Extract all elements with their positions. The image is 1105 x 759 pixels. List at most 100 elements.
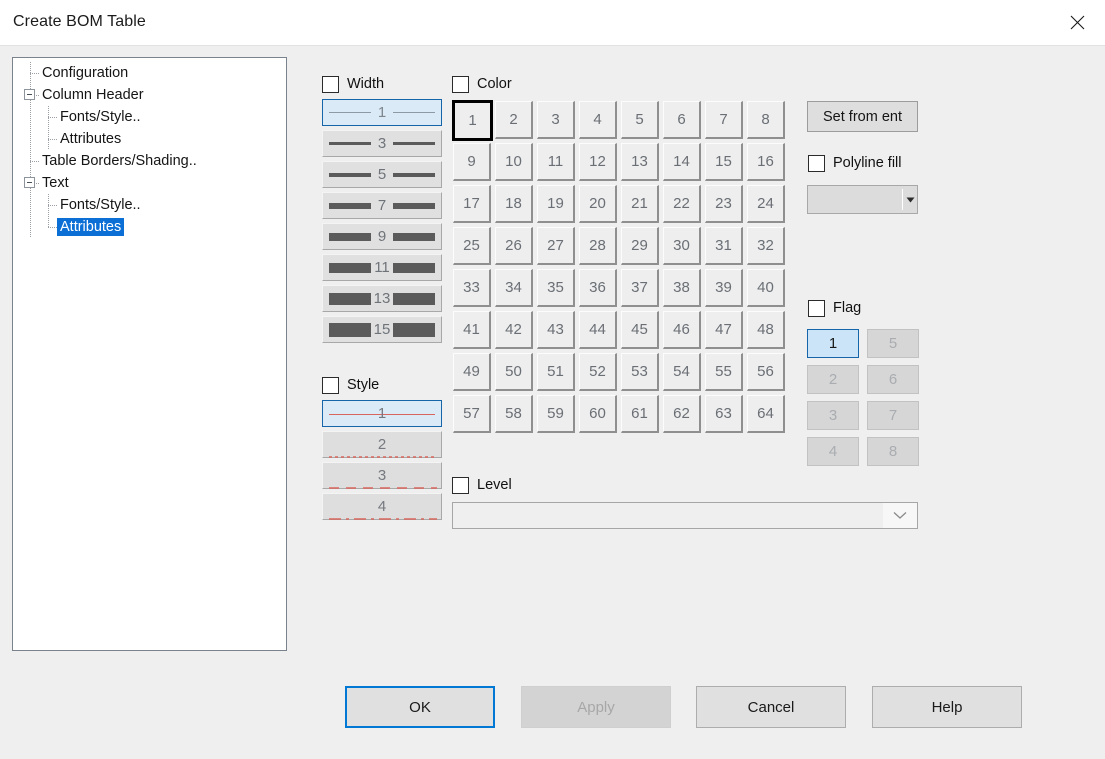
color-cell-52[interactable]: 52 (578, 352, 620, 394)
tree-item-attributes[interactable]: Attributes (13, 128, 286, 150)
color-cell-16[interactable]: 16 (746, 142, 788, 184)
flag-button-3[interactable]: 3 (807, 401, 859, 430)
close-button[interactable] (1049, 0, 1105, 45)
tree-item-attributes[interactable]: Attributes (13, 216, 286, 238)
color-cell-41[interactable]: 41 (452, 310, 494, 352)
color-cell-37[interactable]: 37 (620, 268, 662, 310)
expander-minus-icon[interactable] (24, 177, 35, 188)
tree-item-fonts-style[interactable]: Fonts/Style.. (13, 194, 286, 216)
color-cell-6[interactable]: 6 (662, 100, 704, 142)
level-combobox-value[interactable] (453, 503, 883, 528)
color-cell-38[interactable]: 38 (662, 268, 704, 310)
color-cell-33[interactable]: 33 (452, 268, 494, 310)
color-cell-13[interactable]: 13 (620, 142, 662, 184)
color-cell-5[interactable]: 5 (620, 100, 662, 142)
color-cell-56[interactable]: 56 (746, 352, 788, 394)
width-option-7[interactable]: 7 (322, 192, 442, 219)
expander-minus-icon[interactable] (24, 89, 35, 100)
color-cell-45[interactable]: 45 (620, 310, 662, 352)
color-cell-25[interactable]: 25 (452, 226, 494, 268)
color-cell-51[interactable]: 51 (536, 352, 578, 394)
color-cell-62[interactable]: 62 (662, 394, 704, 436)
color-cell-4[interactable]: 4 (578, 100, 620, 142)
flag-button-grid[interactable]: 15263748 (807, 329, 919, 473)
chevron-down-icon[interactable] (883, 503, 917, 528)
width-option-3[interactable]: 3 (322, 130, 442, 157)
tree-item-configuration[interactable]: Configuration (13, 62, 286, 84)
color-cell-19[interactable]: 19 (536, 184, 578, 226)
color-cell-60[interactable]: 60 (578, 394, 620, 436)
color-cell-10[interactable]: 10 (494, 142, 536, 184)
width-option-9[interactable]: 9 (322, 223, 442, 250)
flag-button-6[interactable]: 6 (867, 365, 919, 394)
color-cell-55[interactable]: 55 (704, 352, 746, 394)
color-cell-23[interactable]: 23 (704, 184, 746, 226)
polyline-fill-checkbox[interactable] (808, 155, 825, 172)
dropdown-arrow-icon[interactable] (903, 197, 917, 203)
tree-item-table-borders-shading[interactable]: Table Borders/Shading.. (13, 150, 286, 172)
color-cell-47[interactable]: 47 (704, 310, 746, 352)
tree-item-text[interactable]: Text (13, 172, 286, 194)
width-checkbox-row[interactable]: Width (322, 76, 442, 93)
color-cell-31[interactable]: 31 (704, 226, 746, 268)
color-cell-50[interactable]: 50 (494, 352, 536, 394)
color-cell-48[interactable]: 48 (746, 310, 788, 352)
style-checkbox-row[interactable]: Style (322, 377, 442, 394)
tree-item-column-header[interactable]: Column Header (13, 84, 286, 106)
width-option-5[interactable]: 5 (322, 161, 442, 188)
color-checkbox-row[interactable]: Color (452, 76, 788, 93)
flag-button-4[interactable]: 4 (807, 437, 859, 466)
polyline-fill-combobox[interactable] (807, 185, 918, 214)
color-cell-9[interactable]: 9 (452, 142, 494, 184)
color-cell-17[interactable]: 17 (452, 184, 494, 226)
color-cell-63[interactable]: 63 (704, 394, 746, 436)
color-cell-24[interactable]: 24 (746, 184, 788, 226)
color-cell-54[interactable]: 54 (662, 352, 704, 394)
color-cell-43[interactable]: 43 (536, 310, 578, 352)
color-cell-34[interactable]: 34 (494, 268, 536, 310)
flag-button-2[interactable]: 2 (807, 365, 859, 394)
color-cell-59[interactable]: 59 (536, 394, 578, 436)
width-checkbox[interactable] (322, 76, 339, 93)
level-checkbox[interactable] (452, 477, 469, 494)
tree-toggle[interactable] (21, 172, 39, 194)
color-cell-28[interactable]: 28 (578, 226, 620, 268)
color-cell-58[interactable]: 58 (494, 394, 536, 436)
color-cell-1[interactable]: 1 (452, 100, 494, 142)
color-cell-21[interactable]: 21 (620, 184, 662, 226)
set-from-ent-button[interactable]: Set from ent (807, 101, 918, 132)
style-checkbox[interactable] (322, 377, 339, 394)
color-cell-49[interactable]: 49 (452, 352, 494, 394)
color-cell-26[interactable]: 26 (494, 226, 536, 268)
style-option-4[interactable]: 4 (322, 493, 442, 520)
color-cell-46[interactable]: 46 (662, 310, 704, 352)
color-cell-12[interactable]: 12 (578, 142, 620, 184)
color-cell-18[interactable]: 18 (494, 184, 536, 226)
color-cell-61[interactable]: 61 (620, 394, 662, 436)
style-option-2[interactable]: 2 (322, 431, 442, 458)
color-grid[interactable]: 1 2 3 4 5 6 7 8 9 10 11 12 13 14 15 16 17 18 19 20 21 22 23 24 2… (452, 100, 788, 436)
level-checkbox-row[interactable]: Level (452, 477, 918, 494)
color-cell-53[interactable]: 53 (620, 352, 662, 394)
color-cell-14[interactable]: 14 (662, 142, 704, 184)
color-cell-32[interactable]: 32 (746, 226, 788, 268)
width-option-11[interactable]: 11 (322, 254, 442, 281)
style-option-3[interactable]: 3 (322, 462, 442, 489)
width-option-13[interactable]: 13 (322, 285, 442, 312)
color-cell-7[interactable]: 7 (704, 100, 746, 142)
color-cell-35[interactable]: 35 (536, 268, 578, 310)
flag-button-7[interactable]: 7 (867, 401, 919, 430)
color-cell-39[interactable]: 39 (704, 268, 746, 310)
flag-button-5[interactable]: 5 (867, 329, 919, 358)
color-cell-64[interactable]: 64 (746, 394, 788, 436)
color-cell-42[interactable]: 42 (494, 310, 536, 352)
color-cell-29[interactable]: 29 (620, 226, 662, 268)
flag-button-8[interactable]: 8 (867, 437, 919, 466)
style-option-1[interactable]: 1 (322, 400, 442, 427)
color-cell-40[interactable]: 40 (746, 268, 788, 310)
flag-checkbox-row[interactable]: Flag (808, 300, 861, 317)
color-cell-44[interactable]: 44 (578, 310, 620, 352)
color-cell-8[interactable]: 8 (746, 100, 788, 142)
color-cell-30[interactable]: 30 (662, 226, 704, 268)
width-option-1[interactable]: 1 (322, 99, 442, 126)
